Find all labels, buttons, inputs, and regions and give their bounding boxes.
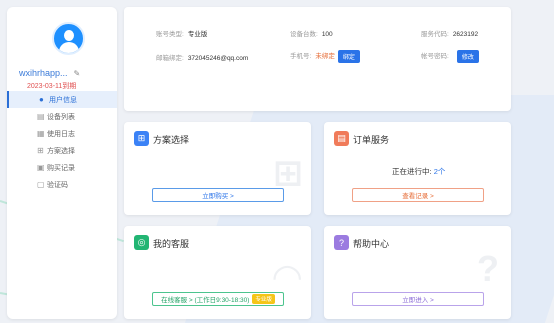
help-book-icon: ?	[334, 235, 349, 250]
device-list-icon: ▤	[37, 112, 45, 121]
clipboard-icon: ▤	[334, 131, 349, 146]
cart-icon: ⊞	[37, 146, 44, 155]
phone-value: 未绑定	[315, 53, 335, 61]
sidebar-item-devices[interactable]: ▤ 设备列表	[7, 108, 117, 125]
enter-help-button[interactable]: 立即进入 >	[352, 292, 484, 306]
device-count-label: 设备台数:	[290, 31, 318, 38]
sidebar-item-label: 用户信息	[49, 96, 77, 104]
sidebar-item-plans[interactable]: ⊞ 方案选择	[7, 142, 117, 159]
sidebar-item-label: 验证码	[47, 181, 68, 189]
sidebar-item-user-info[interactable]: ● 用户信息	[7, 91, 117, 108]
pro-badge: 专业版	[252, 294, 275, 304]
account-type-label: 账号类型:	[156, 31, 184, 38]
sidebar-item-purchases[interactable]: ▣ 购买记录	[7, 159, 117, 176]
service-code: 服务代码: 2623192	[421, 28, 478, 38]
support-card-title: 我的客服	[153, 239, 190, 249]
service-code-value: 2623192	[452, 31, 479, 38]
account-type-value: 专业版	[187, 31, 208, 38]
sidebar-item-label: 购买记录	[47, 164, 75, 172]
cart-icon: ⊞	[134, 131, 149, 146]
order-status: 正在进行中: 2个	[392, 166, 445, 177]
view-records-button[interactable]: 查看记录 >	[352, 188, 484, 202]
order-status-value: 2个	[433, 167, 446, 176]
plan-card-title: 方案选择	[153, 135, 190, 145]
username-row: wxihrhapp... ✎	[19, 68, 109, 78]
verify-code-icon: ▢	[37, 180, 45, 189]
plan-card: ⊞ ⊞ 方案选择 立即购买 >	[124, 122, 311, 215]
device-count-value: 100	[321, 31, 333, 38]
username: wxihrhapp...	[19, 68, 68, 78]
order-card: ▤ 订单服务 正在进行中: 2个 查看记录 >	[324, 122, 511, 215]
sidebar-item-label: 使用日志	[47, 130, 75, 138]
help-card: ? ? 帮助中心 立即进入 >	[324, 226, 511, 319]
account-info-panel: 账号类型: 专业版 设备台数: 100 服务代码: 2623192 邮箱绑定: 3720…	[124, 7, 511, 111]
edit-pencil-icon[interactable]: ✎	[74, 69, 81, 78]
purchase-record-icon: ▣	[37, 163, 45, 172]
phone-binding: 手机号: 未绑定 绑定	[290, 50, 360, 63]
password-label: 帐号密码:	[421, 53, 449, 61]
account-password: 帐号密码: 修改	[421, 50, 479, 63]
phone-label: 手机号:	[290, 53, 312, 61]
expiry-date: 2023-03-11到期	[27, 83, 77, 90]
help-card-title: 帮助中心	[353, 239, 390, 249]
email-label: 邮箱绑定:	[156, 55, 184, 62]
order-status-label: 正在进行中:	[392, 167, 432, 176]
sidebar-item-logs[interactable]: ▦ 使用日志	[7, 125, 117, 142]
bind-phone-button[interactable]: 绑定	[337, 50, 360, 63]
online-support-label: 在线客服 > (工作日9:30-18:30)	[161, 297, 250, 304]
log-icon: ▦	[37, 129, 45, 138]
sidebar-item-verify-code[interactable]: ▢ 验证码	[7, 176, 117, 193]
sidebar-nav: ● 用户信息 ▤ 设备列表 ▦ 使用日志 ⊞ 方案选择 ▣ 购买记录 ▢ 验证码	[7, 91, 117, 193]
sidebar: wxihrhapp... ✎ 2023-03-11到期 ● 用户信息 ▤ 设备列…	[7, 7, 117, 319]
question-watermark-icon: ?	[477, 248, 499, 289]
buy-now-button[interactable]: 立即购买 >	[152, 188, 284, 202]
device-count: 设备台数: 100	[290, 28, 333, 38]
sidebar-item-label: 设备列表	[47, 113, 75, 121]
order-card-title: 订单服务	[353, 135, 390, 145]
email-binding: 邮箱绑定: 372045246@qq.com	[156, 52, 248, 62]
change-password-button[interactable]: 修改	[456, 50, 479, 63]
avatar[interactable]	[52, 22, 85, 55]
support-card: ◠ ◎ 我的客服 在线客服 > (工作日9:30-18:30) 专业版	[124, 226, 311, 319]
headset-icon: ◎	[134, 235, 149, 250]
user-icon: ●	[39, 95, 44, 104]
account-type: 账号类型: 专业版	[156, 28, 207, 38]
email-value: 372045246@qq.com	[187, 55, 249, 62]
online-support-button[interactable]: 在线客服 > (工作日9:30-18:30) 专业版	[152, 292, 284, 306]
service-code-label: 服务代码:	[421, 31, 449, 38]
sidebar-item-label: 方案选择	[47, 147, 75, 155]
avatar-body	[59, 42, 79, 53]
avatar-head	[64, 30, 74, 41]
